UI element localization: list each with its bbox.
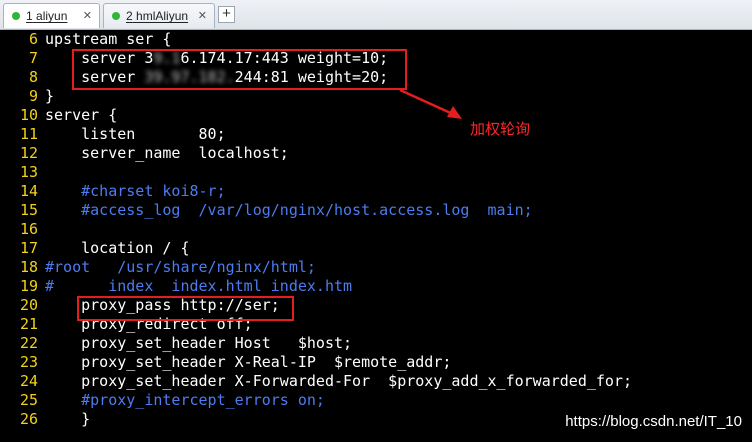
terminal-editor[interactable]: 6 upstream ser {7 server 39.16.174.17:443… bbox=[0, 30, 752, 442]
line-number: 13 bbox=[19, 163, 38, 181]
code-line: 16 bbox=[0, 220, 752, 239]
line-code: proxy_set_header X-Real-IP $remote_addr; bbox=[45, 353, 452, 371]
new-tab-button[interactable]: + bbox=[218, 6, 235, 23]
line-code: listen 80; bbox=[45, 125, 226, 143]
code-line: 12 server_name localhost; bbox=[0, 144, 752, 163]
line-code: # index index.html index.htm bbox=[45, 277, 353, 295]
line-number: 25 bbox=[19, 391, 38, 409]
line-number: 11 bbox=[19, 125, 38, 143]
line-number: 9 bbox=[28, 87, 38, 105]
code-line: 25 #proxy_intercept_errors on; bbox=[0, 391, 752, 410]
weighted-round-robin-annotation: 加权轮询 bbox=[470, 120, 531, 138]
line-number: 16 bbox=[19, 220, 38, 238]
line-code: } bbox=[45, 410, 91, 428]
line-number: 7 bbox=[28, 49, 38, 67]
code-line: 6 upstream ser { bbox=[0, 30, 752, 49]
close-tab-icon[interactable]: ✕ bbox=[198, 9, 207, 23]
line-code: #access_log /var/log/nginx/host.access.l… bbox=[45, 201, 533, 219]
line-number: 22 bbox=[19, 334, 38, 352]
code-line: 14 #charset koi8-r; bbox=[0, 182, 752, 201]
upstream-servers-highlight bbox=[72, 49, 407, 90]
tab-label: 2 hmlAliyun bbox=[126, 9, 189, 23]
line-number: 20 bbox=[19, 296, 38, 314]
line-code: #charset koi8-r; bbox=[45, 182, 226, 200]
line-number: 19 bbox=[19, 277, 38, 295]
line-code: #proxy_intercept_errors on; bbox=[45, 391, 325, 409]
tab-hmlaliyun[interactable]: 2 hmlAliyun ✕ bbox=[103, 3, 215, 28]
code-line: 19 # index index.html index.htm bbox=[0, 277, 752, 296]
code-line: 23 proxy_set_header X-Real-IP $remote_ad… bbox=[0, 353, 752, 372]
line-code: upstream ser { bbox=[45, 30, 172, 48]
watermark: https://blog.csdn.net/IT_10 bbox=[565, 413, 742, 430]
connected-status-icon bbox=[12, 12, 20, 20]
line-code: server { bbox=[45, 106, 118, 124]
line-number: 12 bbox=[19, 144, 38, 162]
line-number: 14 bbox=[19, 182, 38, 200]
code-line: 24 proxy_set_header X-Forwarded-For $pro… bbox=[0, 372, 752, 391]
line-code: proxy_set_header Host $host; bbox=[45, 334, 353, 352]
code-line: 11 listen 80; bbox=[0, 125, 752, 144]
code-line: 22 proxy_set_header Host $host; bbox=[0, 334, 752, 353]
line-code: } bbox=[45, 87, 55, 105]
line-code: proxy_set_header X-Forwarded-For $proxy_… bbox=[45, 372, 632, 390]
line-number: 24 bbox=[19, 372, 38, 390]
line-number: 15 bbox=[19, 201, 38, 219]
line-number: 8 bbox=[28, 68, 38, 86]
line-number: 18 bbox=[19, 258, 38, 276]
line-code: #root /usr/share/nginx/html; bbox=[45, 258, 316, 276]
code-line: 15 #access_log /var/log/nginx/host.acces… bbox=[0, 201, 752, 220]
line-number: 6 bbox=[28, 30, 38, 48]
code-line: 18 #root /usr/share/nginx/html; bbox=[0, 258, 752, 277]
code-line: 10 server { bbox=[0, 106, 752, 125]
line-number: 21 bbox=[19, 315, 38, 333]
line-code: location / { bbox=[45, 239, 190, 257]
code-line: 13 bbox=[0, 163, 752, 182]
close-tab-icon[interactable]: ✕ bbox=[83, 9, 92, 23]
line-number: 17 bbox=[19, 239, 38, 257]
tab-bar: 1 aliyun ✕ 2 hmlAliyun ✕ + bbox=[0, 0, 752, 30]
line-number: 23 bbox=[19, 353, 38, 371]
code-line: 17 location / { bbox=[0, 239, 752, 258]
line-number: 26 bbox=[19, 410, 38, 428]
connected-status-icon bbox=[112, 12, 120, 20]
proxy-pass-highlight bbox=[77, 296, 294, 321]
tab-label: 1 aliyun bbox=[26, 9, 68, 23]
line-number: 10 bbox=[19, 106, 38, 124]
line-code: server_name localhost; bbox=[45, 144, 289, 162]
tab-aliyun[interactable]: 1 aliyun ✕ bbox=[3, 3, 100, 28]
